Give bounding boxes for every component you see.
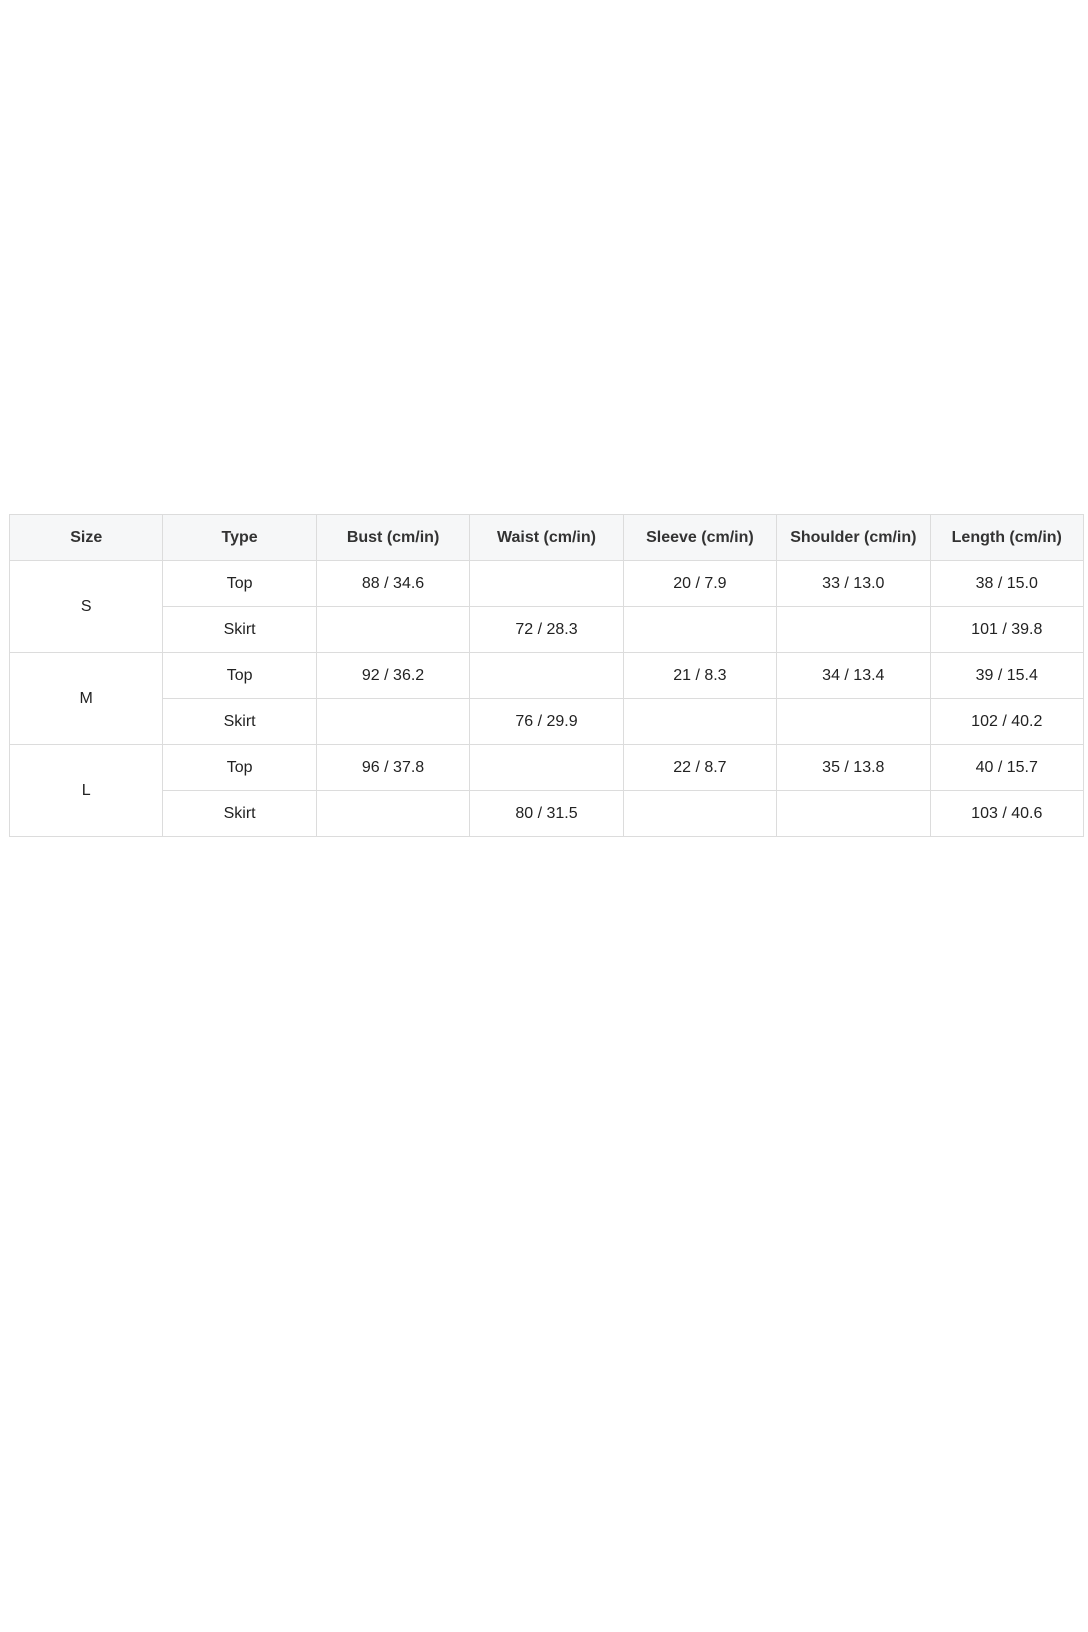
length-cell: 38 / 15.0	[929, 560, 1085, 607]
sleeve-cell: 20 / 7.9	[622, 560, 778, 607]
table-row: L Top 96 / 37.8 22 / 8.7 35 / 13.8 40 / …	[8, 744, 1085, 837]
sleeve-cell: 21 / 8.3	[622, 652, 778, 699]
shoulder-cell: 34 / 13.4	[776, 652, 931, 699]
header-type: Type	[162, 514, 317, 561]
shoulder-cell: 35 / 13.8	[776, 744, 931, 791]
header-bust: Bust (cm/in)	[315, 514, 471, 561]
size-cell: M	[8, 652, 164, 745]
bust-cell: 96 / 37.8	[315, 744, 471, 791]
table-row: M Top 92 / 36.2 21 / 8.3 34 / 13.4 39 / …	[8, 652, 1085, 745]
type-cell: Top	[162, 744, 317, 791]
shoulder-cell	[776, 698, 931, 745]
waist-cell: 76 / 29.9	[469, 698, 624, 745]
shoulder-cell	[776, 606, 931, 653]
length-cell: 103 / 40.6	[929, 790, 1085, 837]
table-body: S Top 88 / 34.6 20 / 7.9 33 / 13.0 38 / …	[8, 560, 1085, 837]
waist-cell	[469, 560, 624, 607]
table-row: Skirt 72 / 28.3 101 / 39.8	[10, 606, 1085, 653]
table-row: Skirt 80 / 31.5 103 / 40.6	[10, 790, 1085, 837]
waist-cell	[469, 744, 624, 791]
type-cell: Skirt	[162, 606, 317, 653]
length-cell: 39 / 15.4	[929, 652, 1085, 699]
bust-cell	[315, 606, 471, 653]
waist-cell: 80 / 31.5	[469, 790, 624, 837]
header-row: Size Type Bust (cm/in) Waist (cm/in) Sle…	[8, 514, 1085, 561]
length-cell: 101 / 39.8	[929, 606, 1085, 653]
length-cell: 102 / 40.2	[929, 698, 1085, 745]
size-chart-table: Size Type Bust (cm/in) Waist (cm/in) Sle…	[8, 514, 1085, 837]
shoulder-cell: 33 / 13.0	[776, 560, 931, 607]
bust-cell	[315, 790, 471, 837]
table-row: Skirt 76 / 29.9 102 / 40.2	[10, 698, 1085, 745]
waist-cell	[469, 652, 624, 699]
size-cell: L	[8, 744, 164, 837]
type-cell: Top	[162, 652, 317, 699]
sleeve-cell	[622, 698, 778, 745]
bust-cell	[315, 698, 471, 745]
sleeve-cell	[622, 790, 778, 837]
type-cell: Skirt	[162, 698, 317, 745]
type-cell: Top	[162, 560, 317, 607]
bust-cell: 88 / 34.6	[315, 560, 471, 607]
sleeve-cell	[622, 606, 778, 653]
bust-cell: 92 / 36.2	[315, 652, 471, 699]
table-header: Size Type Bust (cm/in) Waist (cm/in) Sle…	[8, 514, 1085, 561]
length-cell: 40 / 15.7	[929, 744, 1085, 791]
header-sleeve: Sleeve (cm/in)	[622, 514, 778, 561]
header-size: Size	[8, 514, 164, 561]
shoulder-cell	[776, 790, 931, 837]
header-waist: Waist (cm/in)	[469, 514, 624, 561]
type-cell: Skirt	[162, 790, 317, 837]
size-cell: S	[8, 560, 164, 653]
header-shoulder: Shoulder (cm/in)	[776, 514, 931, 561]
table-row: S Top 88 / 34.6 20 / 7.9 33 / 13.0 38 / …	[8, 560, 1085, 653]
sleeve-cell: 22 / 8.7	[622, 744, 778, 791]
header-length: Length (cm/in)	[929, 514, 1085, 561]
waist-cell: 72 / 28.3	[469, 606, 624, 653]
